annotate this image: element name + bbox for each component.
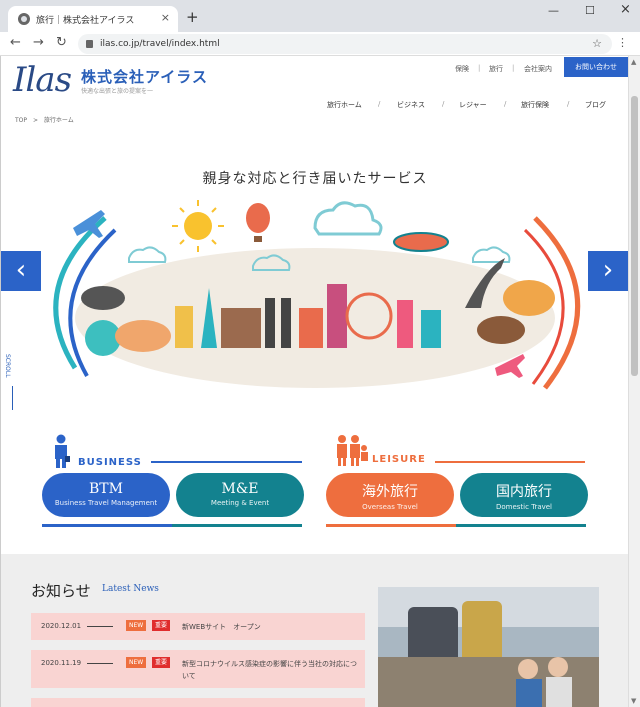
breadcrumb-separator: > [32,117,38,124]
url-text: ilas.co.jp/travel/index.html [100,39,220,49]
bookmark-star-icon[interactable]: ☆ [592,34,602,54]
sun-icon [184,212,212,240]
news-item[interactable]: 2020.12.01 NEW 重要 新WEBサイト オープン [31,613,365,640]
btm-title: BTM [89,481,123,497]
family-icon [337,435,368,466]
business-heading-line [151,461,302,463]
address-bar-row: ← → ↻ ilas.co.jp/travel/index.html ☆ ⋮ [0,32,640,56]
lock-icon [86,40,93,48]
scrollbar-thumb[interactable] [631,96,638,376]
tab-title: 旅行｜株式会社アイラス [36,15,135,26]
domestic-subtitle: Domestic Travel [495,503,553,511]
maximize-button[interactable]: ☐ [585,4,595,17]
company-name[interactable]: 株式会社アイラス [81,66,208,87]
new-badge: NEW [126,620,147,631]
overseas-subtitle: Overseas Travel [362,503,418,511]
news-subtitle: Latest News [102,584,159,594]
business-heading: BUSINESS [78,457,142,468]
news-item[interactable] [31,698,365,707]
close-window-button[interactable]: × [620,2,631,17]
hero-title: 親身な対応と行き届いたサービス [202,171,428,187]
scroll-up-icon[interactable]: ▲ [631,58,636,66]
news-text[interactable]: 新WEBサイト オープン [182,621,358,633]
browser-tab-strip: 旅行｜株式会社アイラス × + — ☐ × [0,0,640,32]
browser-tab[interactable]: 旅行｜株式会社アイラス × [8,6,178,32]
leisure-heading-line [435,461,585,463]
gnav-leisure[interactable]: レジャー [459,100,487,110]
luggage-photo-image [378,587,599,707]
travel-photo [378,587,599,707]
scroll-down-icon[interactable]: ▼ [631,697,636,705]
topnav-insurance[interactable]: 保険 [455,64,469,74]
business-underline [172,524,302,527]
topnav-company[interactable]: 会社案内 [524,64,552,74]
important-badge: 重要 [152,620,171,631]
topnav-travel[interactable]: 旅行 [489,64,503,74]
hero-illustration [53,200,581,390]
new-badge: NEW [126,657,147,668]
topnav-separator: | [478,64,481,72]
minimize-button[interactable]: — [548,4,559,17]
airship-icon [393,232,449,252]
gnav-separator: / [378,100,381,108]
news-divider [87,663,113,664]
overseas-travel-button[interactable]: 海外旅行 Overseas Travel [326,473,454,517]
btm-button[interactable]: BTM Business Travel Management [42,473,170,517]
important-badge: 重要 [152,657,171,668]
gnav-separator: / [442,100,445,108]
contact-button[interactable]: お問い合わせ [564,57,628,77]
gnav-separator: / [567,100,570,108]
news-title: お知らせ [31,582,91,600]
businessman-icon [55,434,70,468]
gnav-business[interactable]: ビジネス [397,100,425,110]
scrollbar[interactable]: ▲ ▼ [628,56,640,707]
news-item[interactable]: 2020.11.19 NEW 重要 新型コロナウイルス感染症の影響に伴う当社の対… [31,650,365,688]
close-tab-icon[interactable]: × [161,11,170,24]
overseas-title: 海外旅行 [362,484,418,500]
breadcrumb-current: 旅行ホーム [43,117,74,124]
business-underline [42,524,172,527]
btm-subtitle: Business Travel Management [54,499,158,507]
gnav-blog[interactable]: ブログ [585,100,606,110]
browser-menu-icon[interactable]: ⋮ [617,36,628,49]
url-field[interactable]: ilas.co.jp/travel/index.html ☆ [78,34,612,54]
leisure-underline [456,524,586,527]
leisure-heading: LEISURE [372,454,426,465]
reload-button[interactable]: ↻ [56,35,67,50]
me-button[interactable]: M&E Meeting & Event [176,473,304,517]
gnav-travel-home[interactable]: 旅行ホーム [327,100,362,110]
logo[interactable]: Ilas [13,60,72,100]
me-title: M&E [221,481,259,497]
breadcrumb-top[interactable]: TOP [15,117,27,124]
hot-air-balloon-icon [246,203,270,233]
domestic-title: 国内旅行 [496,484,552,500]
news-divider [87,626,113,627]
web-page: Ilas 株式会社アイラス 快適な出張と旅の提案を一 保険 | 旅行 | 会社案… [0,56,628,707]
gnav-separator: / [504,100,507,108]
hero-next-button[interactable]: › [588,251,628,291]
forward-button[interactable]: → [33,35,44,50]
back-button[interactable]: ← [10,35,21,50]
news-date: 2020.12.01 [41,622,82,630]
topnav-separator: | [512,64,515,72]
globe-icon [18,13,30,25]
cloud-icon [313,201,383,236]
scroll-indicator-line [12,386,13,410]
new-tab-button[interactable]: + [186,8,199,26]
news-date: 2020.11.19 [41,659,82,667]
breadcrumb: TOP > 旅行ホーム [15,115,74,124]
leisure-underline [326,524,456,527]
cloud-icon [128,246,167,263]
domestic-travel-button[interactable]: 国内旅行 Domestic Travel [460,473,588,517]
scroll-indicator[interactable]: SCROLL [4,354,11,378]
hero-prev-button[interactable]: ‹ [1,251,41,291]
balloon-basket-icon [254,236,262,242]
tagline: 快適な出張と旅の提案を一 [81,88,154,95]
gnav-insurance[interactable]: 旅行保険 [521,100,549,110]
news-text[interactable]: 新型コロナウイルス感染症の影響に伴う当社の対応について [182,658,358,682]
me-subtitle: Meeting & Event [210,499,270,507]
